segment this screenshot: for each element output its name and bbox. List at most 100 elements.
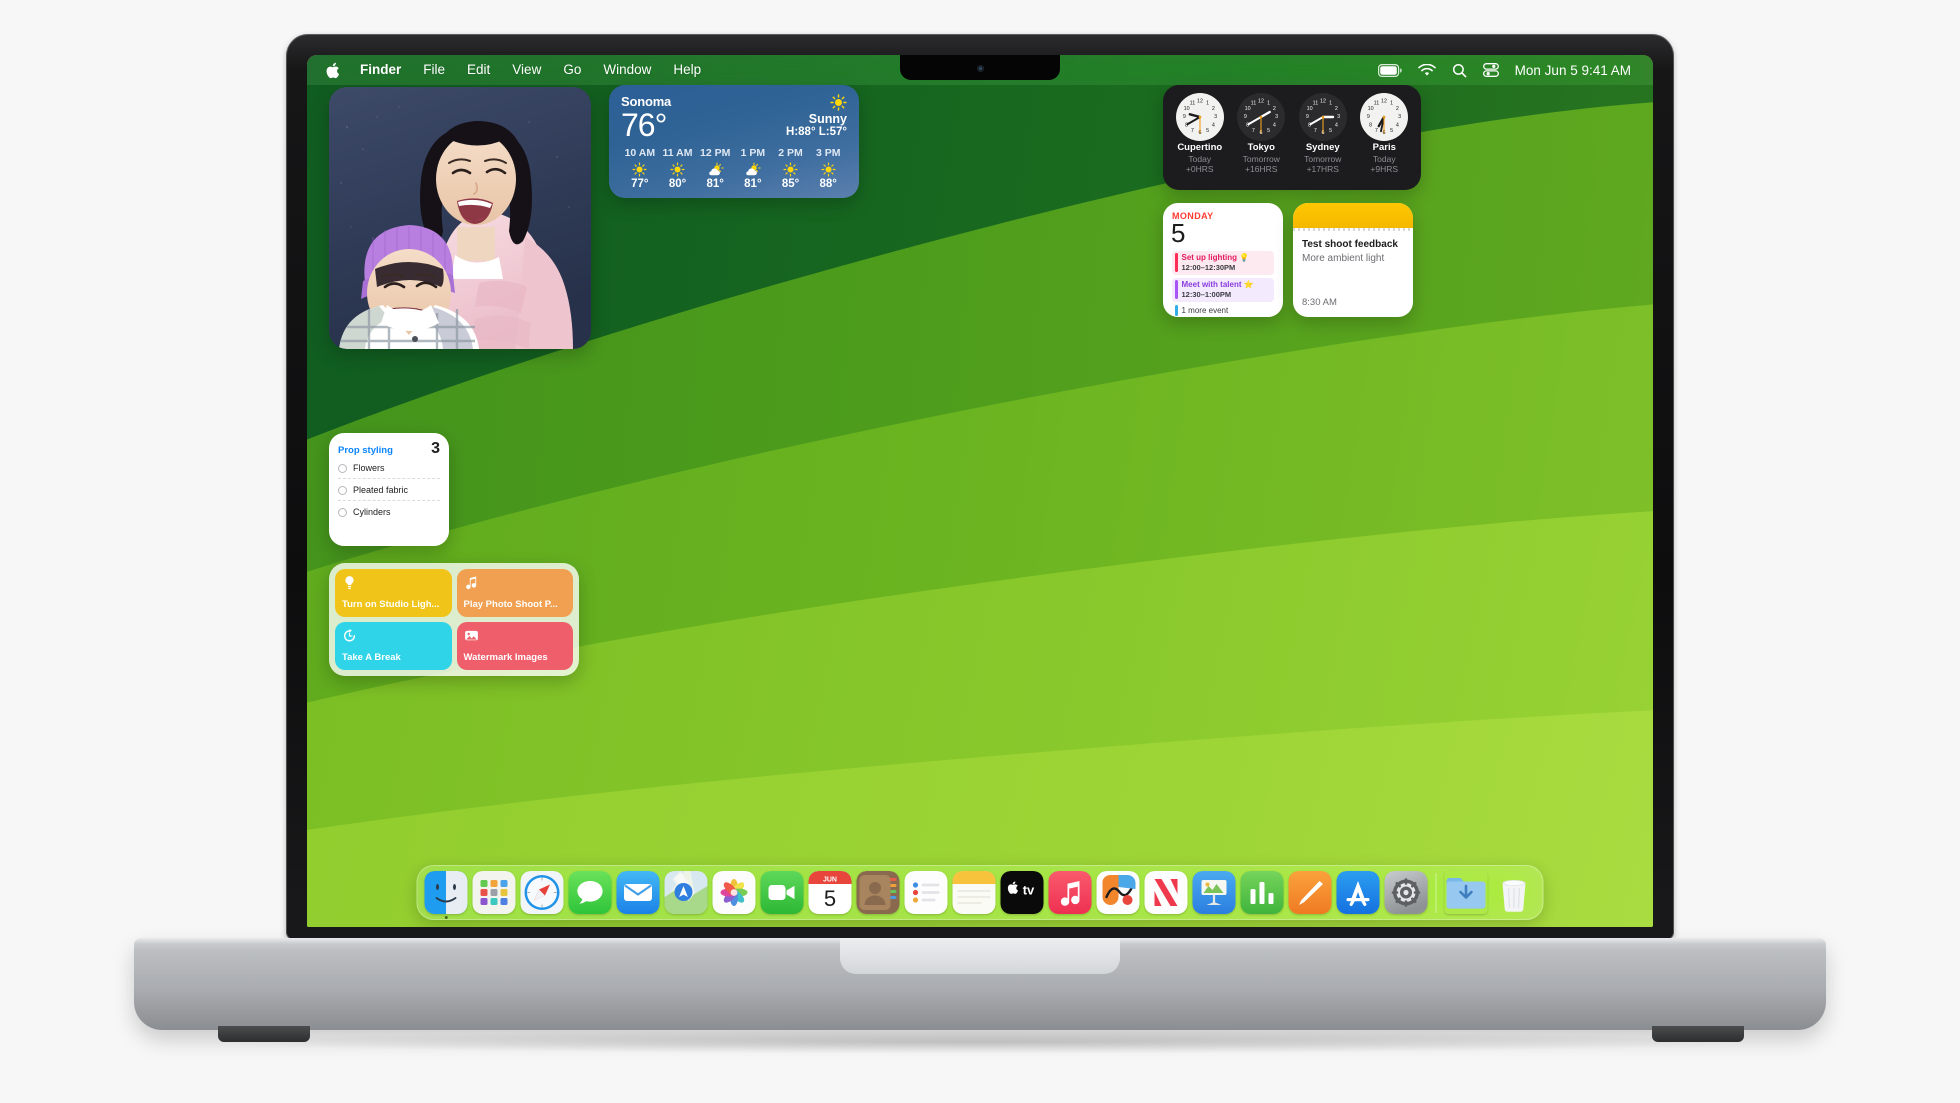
dock-item-downloads[interactable] <box>1445 871 1488 914</box>
shortcut-tile-play-playlist[interactable]: Play Photo Shoot P... <box>456 569 573 617</box>
event-color-bar <box>1175 305 1178 317</box>
dock-item-contacts[interactable] <box>856 871 900 914</box>
maps-icon <box>664 871 708 914</box>
dock-item-trash[interactable] <box>1493 871 1536 914</box>
search-icon[interactable] <box>1452 63 1467 78</box>
dock-item-launchpad[interactable] <box>472 871 516 914</box>
wifi-icon[interactable] <box>1417 63 1436 77</box>
hour-temp: 81° <box>744 178 762 191</box>
clock-face: 1212 345 678 91011 <box>1237 93 1286 141</box>
svg-text:5: 5 <box>1390 128 1393 134</box>
menu-item-finder[interactable]: Finder <box>349 55 412 85</box>
clock-tokyo[interactable]: 1212 345 678 91011 Tokyo To <box>1231 93 1293 185</box>
dock-item-system-settings[interactable] <box>1384 871 1428 914</box>
svg-text:12: 12 <box>1320 99 1326 105</box>
reminder-checkbox[interactable] <box>338 485 347 495</box>
svg-text:2: 2 <box>1335 106 1338 112</box>
menu-item-file[interactable]: File <box>412 55 456 85</box>
weather-widget[interactable]: Sonoma 76° Sunny H:88° L:57° 10 AM 77° 1… <box>609 85 859 198</box>
hourly-item: 3 PM 88° <box>809 147 847 190</box>
svg-text:5: 5 <box>1267 128 1270 134</box>
notes-widget[interactable]: Test shoot feedback More ambient light 8… <box>1293 203 1413 317</box>
dock-item-finder[interactable] <box>424 871 468 919</box>
dock-item-news[interactable] <box>1144 871 1188 914</box>
dock-item-reminders[interactable] <box>904 871 948 914</box>
menu-bar-clock[interactable]: Mon Jun 5 9:41 AM <box>1515 63 1631 78</box>
dock-item-notes[interactable] <box>952 871 996 914</box>
shortcuts-widget[interactable]: Turn on Studio Ligh... Play Photo Shoot … <box>329 563 579 676</box>
reminder-checkbox[interactable] <box>338 463 347 473</box>
numbers-icon <box>1240 871 1284 914</box>
photos-icon <box>712 871 756 914</box>
calendar-more-events[interactable]: 1 more event <box>1172 305 1274 317</box>
svg-text:9: 9 <box>1183 114 1186 120</box>
weather-temperature: 76° <box>621 107 667 143</box>
menu-item-window[interactable]: Window <box>592 55 662 85</box>
messages-icon <box>568 871 612 914</box>
clock-sydney[interactable]: 1212 345 678 91011 Sydney T <box>1292 93 1354 185</box>
clock-city: Tokyo <box>1247 142 1275 153</box>
battery-icon[interactable] <box>1377 63 1402 77</box>
timer-icon <box>343 628 356 642</box>
world-clock-widget[interactable]: 1212 345 678 91011 Cupertino <box>1163 85 1421 190</box>
dock-item-numbers[interactable] <box>1240 871 1284 914</box>
reminder-item[interactable]: Cylinders <box>338 500 440 522</box>
svg-text:1: 1 <box>1267 101 1270 107</box>
appstore-icon <box>1336 871 1380 914</box>
apple-logo-icon[interactable] <box>325 62 340 79</box>
calendar-event[interactable]: Set up lighting 💡 12:00–12:30PM <box>1172 250 1274 276</box>
note-subtitle: More ambient light <box>1302 252 1385 264</box>
clock-cupertino[interactable]: 1212 345 678 91011 Cupertino <box>1169 93 1231 185</box>
clock-offset: +16HRS <box>1245 164 1278 175</box>
event-color-bar <box>1175 280 1178 300</box>
menu-item-help[interactable]: Help <box>662 55 712 85</box>
dock-item-maps[interactable] <box>664 871 708 914</box>
menu-item-go[interactable]: Go <box>552 55 592 85</box>
dock-item-calendar[interactable]: JUN 5 <box>808 871 852 914</box>
dock-item-freeform[interactable] <box>1096 871 1140 914</box>
note-title: Test shoot feedback <box>1302 239 1398 250</box>
control-center-icon[interactable] <box>1482 63 1499 77</box>
weather-hourly-forecast: 10 AM 77° 11 AM 80° 12 PM 81° 1 PM 81° 2… <box>621 147 847 190</box>
shortcut-tile-take-a-break[interactable]: Take A Break <box>335 622 452 670</box>
analog-clock-icon: 1212 345 678 91011 <box>1244 99 1278 137</box>
dock-item-messages[interactable] <box>568 871 612 914</box>
shortcut-tile-watermark-images[interactable]: Watermark Images <box>456 622 573 670</box>
shortcut-label: Watermark Images <box>463 652 548 664</box>
analog-clock-icon: 1212 345 678 91011 <box>1183 99 1217 137</box>
hourly-item: 1 PM 81° <box>734 147 772 190</box>
calendar-widget[interactable]: MONDAY 5 Set up lighting 💡 12:00–12:30PM… <box>1163 203 1283 317</box>
menu-item-edit[interactable]: Edit <box>456 55 501 85</box>
dock-item-mail[interactable] <box>616 871 660 914</box>
clock-day: Tomorrow <box>1242 153 1280 164</box>
dock-item-photos[interactable] <box>712 871 756 914</box>
shortcut-tile-studio-light[interactable]: Turn on Studio Ligh... <box>335 569 452 617</box>
event-color-bar <box>1175 252 1178 273</box>
svg-text:7: 7 <box>1252 128 1255 134</box>
hour-temp: 88° <box>819 178 837 191</box>
dock-item-keynote[interactable] <box>1192 871 1236 914</box>
calendar-event[interactable]: Meet with talent ⭐ 12:30–1:00PM <box>1172 278 1274 303</box>
clock-city: Cupertino <box>1177 142 1223 153</box>
svg-text:1: 1 <box>1390 101 1393 107</box>
hourly-item: 11 AM 80° <box>659 147 697 190</box>
dock[interactable]: JUN 5 tv <box>416 865 1544 920</box>
pages-icon <box>1288 871 1332 914</box>
dock-item-appletv[interactable]: tv <box>1000 871 1044 914</box>
reminders-widget[interactable]: Prop styling 3 Flowers Pleated fabric Cy… <box>329 433 449 546</box>
dock-item-app-store[interactable] <box>1336 871 1380 914</box>
reminder-item[interactable]: Flowers <box>338 457 440 478</box>
reminder-checkbox[interactable] <box>338 507 347 517</box>
dock-item-music[interactable] <box>1048 871 1092 914</box>
clock-paris[interactable]: 1212 345 678 91011 Paris To <box>1354 93 1416 185</box>
svg-text:12: 12 <box>1381 99 1387 105</box>
reminder-item[interactable]: Pleated fabric <box>338 478 440 500</box>
keynote-icon <box>1192 871 1236 914</box>
dock-item-safari[interactable] <box>520 871 564 914</box>
notes-icon <box>952 871 996 914</box>
mail-icon <box>616 871 660 914</box>
photos-widget[interactable] <box>329 87 591 349</box>
dock-item-pages[interactable] <box>1288 871 1332 914</box>
dock-item-facetime[interactable] <box>760 871 804 914</box>
menu-item-view[interactable]: View <box>501 55 552 85</box>
